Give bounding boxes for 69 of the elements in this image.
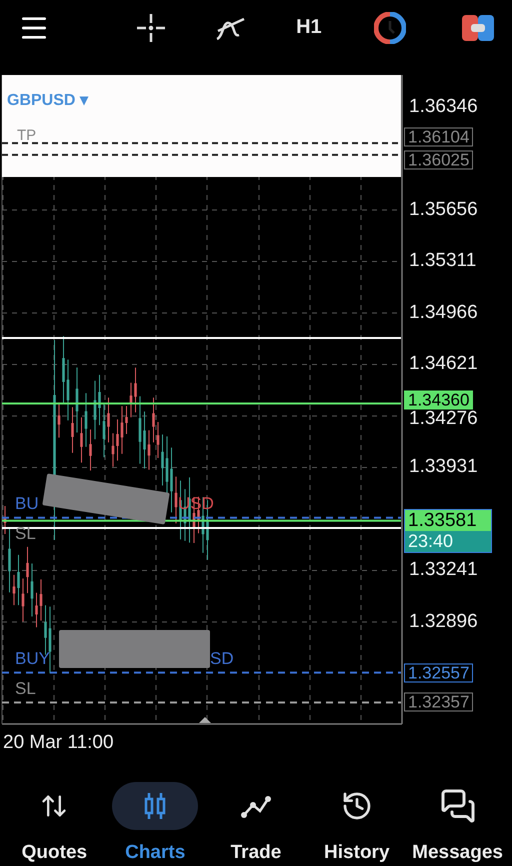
candle xyxy=(116,418,119,462)
nav-tab[interactable]: Messages xyxy=(410,782,506,864)
candle xyxy=(8,527,11,593)
candle xyxy=(12,574,16,606)
price-tag: 1.32557 xyxy=(404,663,474,682)
candle xyxy=(48,606,52,674)
candle xyxy=(174,476,178,524)
price-tick: 1.33241 xyxy=(409,560,478,580)
tp-label: TP xyxy=(17,127,36,144)
candle xyxy=(30,562,34,618)
price-tick: 1.35311 xyxy=(409,251,476,272)
candle xyxy=(156,422,160,458)
messages-icon xyxy=(440,788,476,824)
order-label: SL xyxy=(15,525,36,543)
candle xyxy=(94,380,96,440)
timeframe-button[interactable]: H1 xyxy=(292,16,326,39)
candle xyxy=(22,578,24,622)
order-label: SD xyxy=(210,650,234,668)
price-tick: 1.32896 xyxy=(409,612,478,632)
price-tag: 1.36025 xyxy=(404,150,474,170)
candle xyxy=(120,406,124,454)
candle xyxy=(62,336,65,404)
line-chart-icon xyxy=(240,793,272,819)
nav-tab[interactable]: History xyxy=(308,782,405,864)
candle xyxy=(138,396,142,464)
candle xyxy=(71,406,74,454)
candle xyxy=(84,392,88,448)
bar-countdown: 23:40 xyxy=(405,530,491,552)
candle xyxy=(80,416,83,464)
order-label: SL xyxy=(15,680,36,698)
clock-icon[interactable] xyxy=(372,10,408,46)
candle xyxy=(4,506,6,534)
time-label: 20 Mar 11:00 xyxy=(3,732,114,754)
triangle-marker-icon xyxy=(199,717,211,723)
candle xyxy=(130,382,132,418)
order-label: BUY xyxy=(15,650,50,668)
candle xyxy=(102,402,106,458)
order-label: BU xyxy=(15,495,39,513)
price-tick: 1.34621 xyxy=(409,354,478,374)
price-tag: 1.34360 xyxy=(404,390,474,410)
price-tick: 1.34966 xyxy=(409,302,478,323)
candle xyxy=(107,397,110,443)
price-tag: 1.32357 xyxy=(404,692,474,712)
nav-tab[interactable]: Trade xyxy=(208,782,304,864)
candle xyxy=(98,374,101,426)
bid-price: 1.33581 xyxy=(405,510,491,531)
price-tick: 1.35656 xyxy=(409,200,478,220)
candle xyxy=(125,406,128,434)
candle xyxy=(148,430,150,470)
price-tick: 1.36346 xyxy=(409,97,478,117)
nav-tab[interactable]: Quotes xyxy=(6,782,102,864)
candle xyxy=(161,434,164,486)
candle xyxy=(134,367,137,413)
price-tick: 1.33931 xyxy=(409,457,478,478)
price-tag: 1.36104 xyxy=(404,128,474,147)
candle xyxy=(143,411,146,469)
candle xyxy=(112,432,114,468)
candle xyxy=(66,359,70,421)
candle xyxy=(40,578,42,622)
candle xyxy=(89,429,92,471)
candle xyxy=(58,402,60,438)
candle xyxy=(76,366,78,434)
candle xyxy=(152,397,155,443)
candle xyxy=(170,447,173,513)
history-icon xyxy=(340,790,373,822)
candle xyxy=(26,546,29,594)
price-tick: 1.34276 xyxy=(409,408,478,429)
candle xyxy=(17,554,20,606)
candle xyxy=(35,592,38,628)
